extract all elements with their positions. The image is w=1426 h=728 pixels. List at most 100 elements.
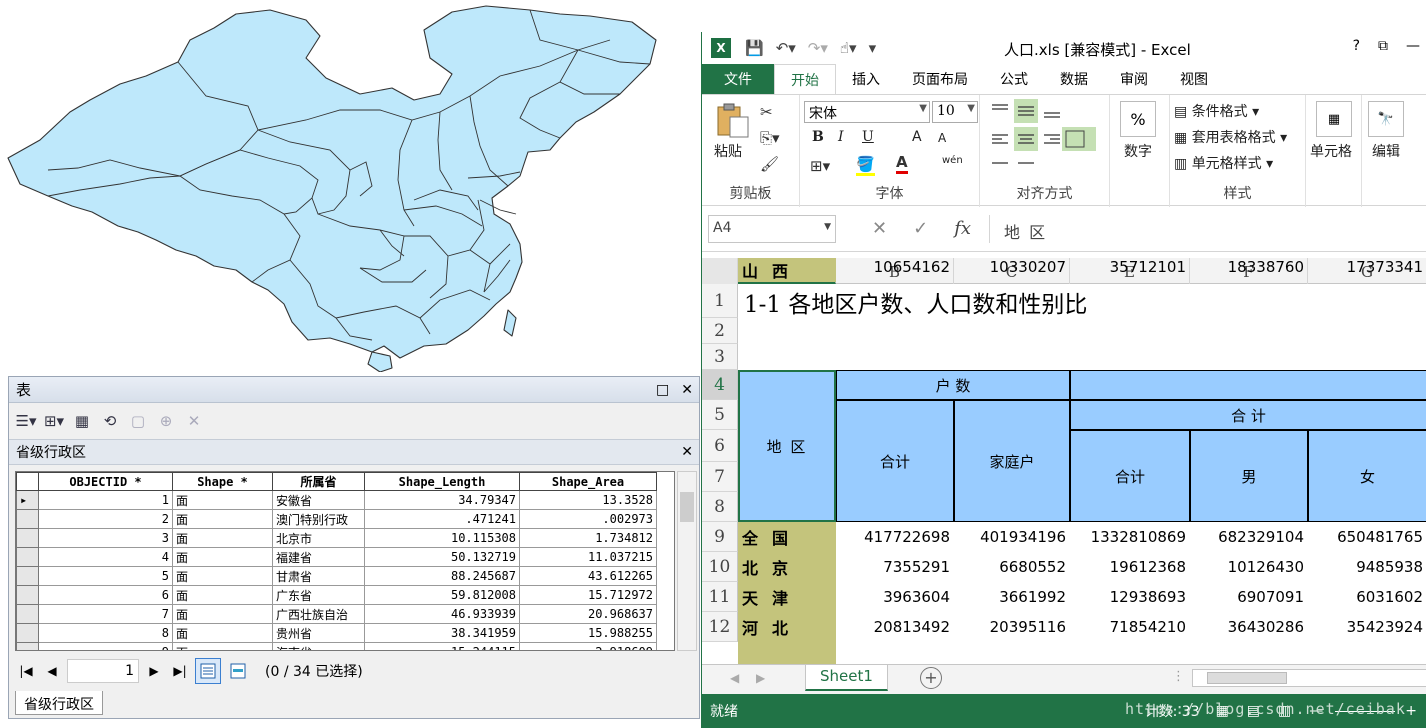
next-record-button[interactable]: ▶ — [143, 660, 165, 682]
objectid-cell[interactable]: 5 — [38, 566, 173, 586]
cancel-entry-icon[interactable]: ✕ — [872, 218, 887, 239]
objectid-cell[interactable]: 1 — [38, 490, 173, 510]
region-cell-partial[interactable] — [738, 642, 836, 666]
font-size-combo[interactable]: 10 ▼ — [932, 101, 978, 123]
help-button[interactable]: ? — [1353, 38, 1360, 54]
province-cell[interactable]: 福建省 — [272, 547, 365, 567]
data-cell-f[interactable]: 10126430 — [1190, 552, 1308, 582]
row-selector[interactable] — [16, 585, 39, 605]
header-female[interactable]: 女 — [1308, 430, 1426, 522]
data-cell-e[interactable]: 1332810869 — [1070, 522, 1190, 552]
shape-area-cell[interactable]: 2.918609 — [519, 642, 657, 650]
show-all-records-icon[interactable] — [195, 658, 221, 684]
shape-cell[interactable]: 面 — [172, 547, 273, 567]
scroll-thumb[interactable] — [680, 492, 694, 522]
column-header[interactable]: Shape_Area — [519, 472, 657, 491]
table-row[interactable]: 9面海南省15.2441152.918609 — [16, 642, 657, 650]
row-selector[interactable] — [16, 566, 39, 586]
prev-sheet-icon[interactable]: ◀ — [730, 671, 739, 685]
shape-cell[interactable]: 面 — [172, 623, 273, 643]
number-button[interactable]: 数字 — [1124, 141, 1152, 161]
attribute-grid[interactable]: OBJECTID * Shape * 所属省 Shape_Length Shap… — [15, 471, 675, 651]
select-by-attributes-icon[interactable]: ▦ — [71, 410, 93, 432]
objectid-cell[interactable]: 9 — [38, 642, 173, 650]
shape-cell[interactable]: 面 — [172, 509, 273, 529]
shape-length-cell[interactable]: 50.132719 — [364, 547, 520, 567]
row-header[interactable]: 6 — [702, 430, 738, 462]
bold-button[interactable]: B — [812, 129, 824, 145]
row-header[interactable]: 3 — [702, 344, 738, 370]
china-provinces-map[interactable] — [0, 0, 700, 372]
shape-area-cell[interactable]: 11.037215 — [519, 547, 657, 567]
layer-bottom-tab[interactable]: 省级行政区 — [15, 691, 103, 715]
row-header[interactable]: 4 — [702, 370, 738, 400]
excel-window[interactable]: X 💾 ↶▾ ↷▾ ☝▾ ▾ 人口.xls [兼容模式] - Excel ? ⧉… — [701, 32, 1426, 728]
data-cell-b[interactable]: 3963604 — [836, 582, 954, 612]
alignment-icons[interactable] — [988, 99, 1102, 183]
shape-length-cell[interactable]: 15.244115 — [364, 642, 520, 650]
tab-page-layout[interactable]: 页面布局 — [896, 64, 984, 94]
data-cell-g[interactable]: 17373341 — [1308, 258, 1426, 276]
name-box[interactable]: A4 ▼ — [708, 214, 836, 243]
cells-button[interactable]: 单元格 — [1310, 141, 1352, 161]
format-painter-icon[interactable]: 🖌 — [760, 155, 779, 173]
header-region[interactable]: 地 区 — [738, 370, 836, 522]
worksheet-grid[interactable]: A B C E F G 1234567891011121-1 各地区户数、人口数… — [702, 258, 1426, 666]
zoom-in-icon[interactable]: + — [1405, 703, 1417, 719]
tab-splitter-icon[interactable]: ⋮ — [1172, 669, 1185, 684]
row-selector[interactable] — [16, 509, 39, 529]
shape-length-cell[interactable]: 38.341959 — [364, 623, 520, 643]
map-view[interactable] — [0, 0, 700, 372]
objectid-cell[interactable]: 4 — [38, 547, 173, 567]
province-cell[interactable]: 海南省 — [272, 642, 365, 650]
table-row[interactable]: 3 面北京市 10.115308 1.734812 — [16, 528, 657, 548]
fill-color-icon[interactable]: 🪣 — [856, 155, 875, 176]
scroll-thumb[interactable] — [1207, 672, 1287, 684]
select-all-corner[interactable] — [702, 258, 738, 284]
data-cell-g[interactable]: 35423924 — [1308, 612, 1426, 642]
province-cell[interactable]: 广西壮族自治 — [272, 604, 365, 624]
shape-length-cell[interactable]: 10.115308 — [364, 528, 520, 548]
tab-home[interactable]: 开始 — [774, 64, 836, 94]
data-cell-g[interactable]: 9485938 — [1308, 552, 1426, 582]
paste-icon[interactable] — [716, 103, 750, 139]
related-tables-icon[interactable]: ⊞▾ — [43, 410, 65, 432]
region-cell[interactable]: 北京 — [738, 552, 836, 582]
close-icon[interactable]: ✕ — [681, 382, 693, 398]
header-households-total[interactable]: 合计 — [836, 400, 954, 522]
paste-button[interactable]: 粘贴 — [714, 141, 742, 161]
shape-area-cell[interactable]: 15.988255 — [519, 623, 657, 643]
column-header[interactable]: Shape * — [172, 472, 273, 491]
province-cell[interactable]: 北京市 — [272, 528, 365, 548]
data-cell-e[interactable]: 71854210 — [1070, 612, 1190, 642]
data-cell-c[interactable]: 3661992 — [954, 582, 1070, 612]
data-cell-g[interactable]: 6031602 — [1308, 582, 1426, 612]
delete-selected-icon[interactable]: ✕ — [183, 410, 205, 432]
shape-area-cell[interactable]: 43.612265 — [519, 566, 657, 586]
data-cell-e[interactable]: 12938693 — [1070, 582, 1190, 612]
row-header[interactable]: 2 — [702, 318, 738, 344]
italic-button[interactable]: I — [838, 129, 844, 145]
shape-area-cell[interactable]: 15.712972 — [519, 585, 657, 605]
sheet-title[interactable]: 1-1 各地区户数、人口数和性别比 — [744, 286, 1087, 318]
header-pop-sum[interactable]: 合计 — [1070, 430, 1190, 522]
redo-icon[interactable]: ↷▾ — [808, 39, 828, 57]
table-row[interactable]: 7 面广西壮族自治 46.933939 20.968637 — [16, 604, 657, 624]
header-population-total[interactable]: 合 计 — [1070, 400, 1426, 430]
header-family-households[interactable]: 家庭户 — [954, 400, 1070, 522]
percent-icon[interactable]: % — [1120, 101, 1156, 137]
shape-area-cell[interactable]: 13.3528 — [519, 490, 657, 510]
zoom-to-selected-icon[interactable]: ⊕ — [155, 410, 177, 432]
province-cell[interactable]: 甘肃省 — [272, 566, 365, 586]
data-cell-c[interactable]: 20395116 — [954, 612, 1070, 642]
table-options-icon[interactable]: ☰▾ — [15, 410, 37, 432]
data-cell-e[interactable]: 35712101 — [1070, 258, 1190, 276]
table-row[interactable]: 2 面澳门特别行政 .471241.002973 — [16, 509, 657, 529]
sheet-tab[interactable]: Sheet1 — [805, 665, 888, 691]
new-sheet-icon[interactable]: + — [920, 667, 942, 689]
data-cell-f[interactable]: 682329104 — [1190, 522, 1308, 552]
row-selector[interactable] — [16, 604, 39, 624]
objectid-cell[interactable]: 7 — [38, 604, 173, 624]
font-name-combo[interactable]: 宋体 ▼ — [804, 101, 930, 123]
first-record-button[interactable]: |◀ — [15, 660, 37, 682]
